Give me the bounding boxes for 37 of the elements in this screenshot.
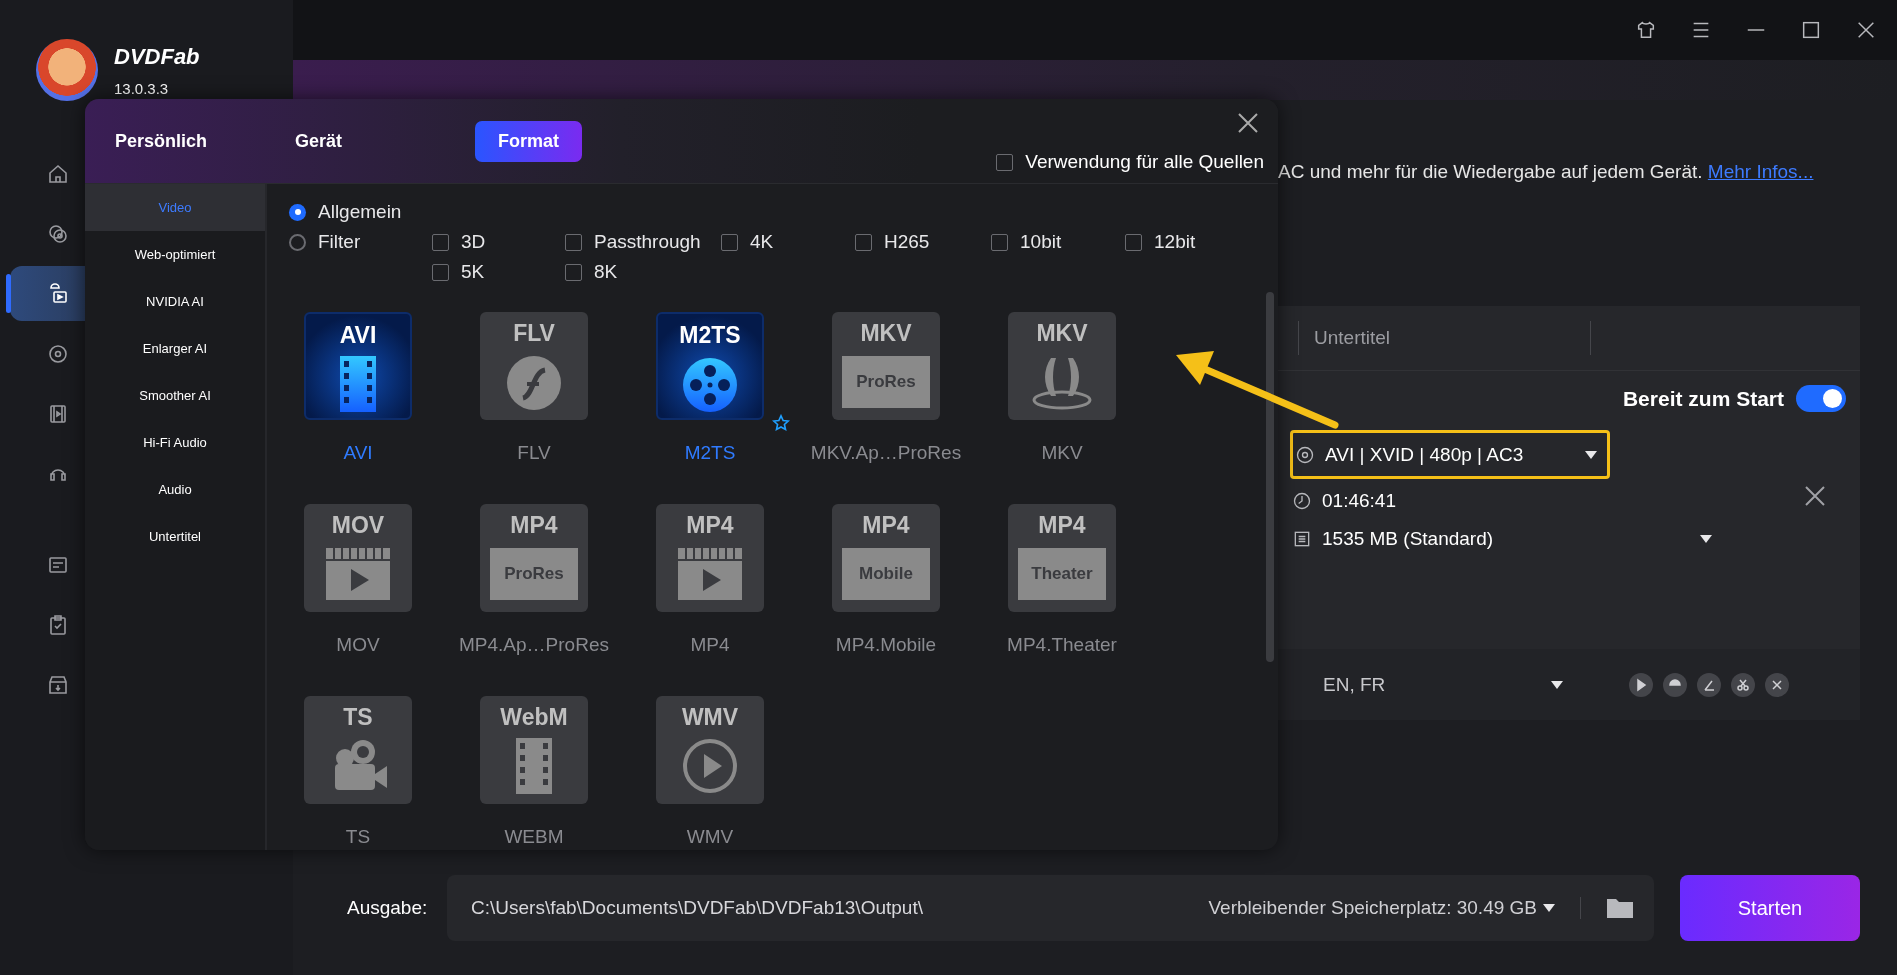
app-name: DVDFab xyxy=(114,43,200,70)
format-code-text: MP4 xyxy=(686,512,734,538)
format-code-text: M2TS xyxy=(679,322,741,348)
checkbox-label: Verwendung für alle Quellen xyxy=(1025,151,1264,173)
format-code-text: MOV xyxy=(331,512,385,538)
format-label: MP4.Ap…ProRes xyxy=(459,634,609,656)
format-label: AVI xyxy=(343,442,373,464)
format-sub-badge: ProRes xyxy=(490,548,578,600)
format-code-text: FLV xyxy=(513,320,555,346)
app-version: 13.0.3.3 xyxy=(114,79,170,97)
format-label: TS xyxy=(345,826,371,848)
format-label: MP4.Theater xyxy=(1007,634,1117,656)
format-sub-badge: ProRes xyxy=(842,356,930,408)
format-code-text: WMV xyxy=(681,704,739,730)
format-label: FLV xyxy=(517,442,551,464)
format-label: WMV xyxy=(686,826,734,848)
format-code-text: MKV xyxy=(860,320,912,346)
format-code-text: TS xyxy=(343,704,373,730)
format-sub-badge: Theater xyxy=(1018,548,1106,600)
format-code-text: MKV xyxy=(1036,320,1088,346)
ready-label: Bereit zum Start xyxy=(1622,386,1784,411)
format-label: WEBM xyxy=(504,826,564,848)
format-code-text: MP4 xyxy=(510,512,558,538)
description-text: AC und mehr für die Wiedergabe auf jedem Gerät. Mehr Infos... xyxy=(1278,160,1815,184)
format-code-text: WebM xyxy=(500,704,568,730)
format-label: MKV.Ap…ProRes xyxy=(810,442,962,464)
format-label: MP4.Mobile xyxy=(835,634,937,656)
format-code-text: MP4 xyxy=(862,512,910,538)
format-label: M2TS xyxy=(684,442,736,464)
format-code-text: MP4 xyxy=(1038,512,1086,538)
duration-text: 01:46:41 xyxy=(1322,490,1396,512)
output-label: Ausgabe: xyxy=(347,897,429,919)
format-sub-badge: Mobile xyxy=(842,548,930,600)
format-code-text: AVI xyxy=(339,322,377,348)
format-label: MP4 xyxy=(690,634,730,656)
format-label: MKV xyxy=(1041,442,1083,464)
format-label: MOV xyxy=(336,634,380,656)
